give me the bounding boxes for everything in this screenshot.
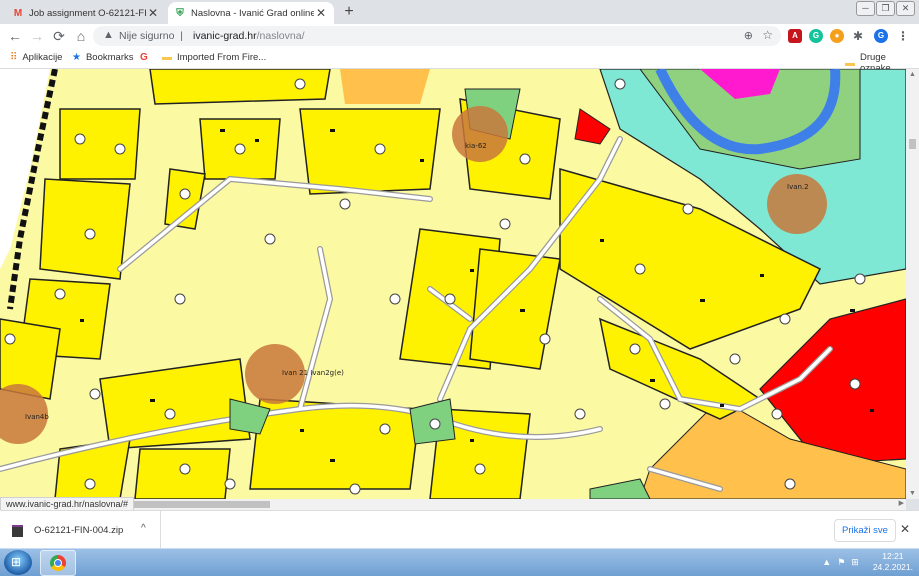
grammarly-icon[interactable]: G: [809, 29, 823, 43]
circle-label: Ivan.2: [787, 183, 809, 191]
home-button[interactable]: ⌂: [72, 27, 90, 45]
system-tray: ▲ ⚑ ⊞ 12:21 24.2.2021.: [822, 551, 913, 573]
zip-file-icon: [12, 525, 23, 537]
circle-label: Ivan 21 Ivan2g(e): [282, 369, 344, 377]
map-zone-orange-top: [340, 69, 430, 104]
tab-strip: M Job assignment O-62121-FIN-004 ✕ ⛨ Nas…: [0, 0, 919, 24]
close-window-button[interactable]: ✕: [896, 1, 915, 16]
close-shelf-icon[interactable]: ✕: [900, 522, 910, 536]
new-tab-button[interactable]: +: [340, 3, 358, 21]
window-controls: ─ ❐ ✕: [855, 1, 915, 16]
bookmark-apps[interactable]: ⠿ Aplikacije: [10, 52, 62, 63]
scroll-right-icon[interactable]: ▶: [899, 499, 904, 507]
network-icon[interactable]: ⊞: [851, 557, 859, 568]
colorpick-icon[interactable]: ●: [830, 29, 844, 43]
acrobat-icon[interactable]: A: [788, 29, 802, 43]
scroll-thumb[interactable]: [120, 501, 270, 508]
tray-arrow-icon[interactable]: ▲: [822, 557, 831, 567]
close-tab-icon[interactable]: ✕: [146, 6, 160, 20]
circle-label: Ivan4b: [25, 413, 49, 421]
star-icon: ★: [72, 52, 81, 63]
gmail-icon: M: [13, 7, 23, 19]
menu-icon[interactable]: ⋮: [896, 29, 910, 43]
chrome-icon: [50, 555, 66, 571]
reload-button[interactable]: ⟳: [50, 27, 68, 45]
maximize-button[interactable]: ❐: [876, 1, 895, 16]
forward-button[interactable]: →: [28, 27, 46, 45]
start-button[interactable]: ⊞: [4, 550, 32, 575]
tab-title: Job assignment O-62121-FIN-004: [29, 7, 146, 19]
address-bar[interactable]: ▲ Nije sigurno | ivanic-grad.hr/naslovna…: [93, 26, 781, 46]
tab-title: Naslovna - Ivanić Grad online: [191, 7, 314, 19]
bookmark-star-icon[interactable]: ☆: [762, 28, 773, 42]
chevron-up-icon[interactable]: ^: [141, 523, 146, 534]
zoom-icon[interactable]: ⊕: [744, 29, 753, 42]
horizontal-scrollbar[interactable]: ▶: [0, 499, 906, 510]
flag-icon[interactable]: ⚑: [837, 557, 845, 568]
zoning-map[interactable]: kia-62 Ivan.2 Ivan 21 Ivan2g(e) Ivan4b: [0, 69, 906, 499]
tab-job-assignment[interactable]: M Job assignment O-62121-FIN-004 ✕: [6, 2, 166, 24]
windows-logo-icon: ⊞: [11, 555, 22, 569]
bookmark-label: Bookmarks: [85, 52, 134, 63]
folder-icon: ▬: [162, 52, 172, 63]
vertical-scrollbar[interactable]: ▲ ▼: [906, 69, 919, 499]
taskbar: ⊞ ▲ ⚑ ⊞ 12:21 24.2.2021.: [0, 548, 919, 576]
scroll-thumb[interactable]: [909, 139, 916, 149]
folder-icon: ▬: [845, 57, 855, 69]
google-icon: G: [140, 52, 148, 63]
profile-avatar[interactable]: G: [874, 29, 888, 43]
browser-toolbar: ← → ⟳ ⌂ ▲ Nije sigurno | ivanic-grad.hr/…: [0, 24, 919, 48]
extensions-icon[interactable]: ✱: [851, 29, 865, 43]
circle-label: kia-62: [465, 142, 487, 150]
clock-date: 24.2.2021.: [872, 562, 913, 572]
download-filename: O-62121-FIN-004.zip: [34, 525, 124, 536]
warning-icon[interactable]: ▲: [103, 29, 114, 41]
minimize-button[interactable]: ─: [856, 1, 875, 16]
bookmarks-bar: ⠿ Aplikacije ★ Bookmarks G ▬ Imported Fr…: [0, 48, 919, 74]
download-shelf: O-62121-FIN-004.zip ^ Prikaži sve ✕: [0, 510, 919, 549]
bookmark-google[interactable]: G: [140, 52, 153, 63]
security-status[interactable]: Nije sigurno |: [119, 30, 183, 42]
scroll-down-icon[interactable]: ▼: [909, 490, 916, 497]
clock[interactable]: 12:21 24.2.2021.: [873, 551, 913, 573]
site-icon: ⛨: [176, 7, 184, 19]
close-tab-icon[interactable]: ✕: [314, 6, 328, 20]
tab-naslovna[interactable]: ⛨ Naslovna - Ivanić Grad online ✕: [168, 2, 334, 24]
scroll-up-icon[interactable]: ▲: [909, 71, 916, 78]
apps-grid-icon: ⠿: [10, 52, 18, 63]
back-button[interactable]: ←: [6, 27, 24, 45]
bookmark-label: Imported From Fire...: [177, 52, 267, 63]
download-item[interactable]: O-62121-FIN-004.zip ^: [0, 511, 161, 549]
bookmark-label: Aplikacije: [22, 52, 63, 63]
url-text[interactable]: ivanic-grad.hr/naslovna/: [193, 30, 305, 42]
clock-time: 12:21: [882, 551, 904, 561]
show-all-button[interactable]: Prikaži sve: [834, 519, 896, 542]
bookmark-bookmarks[interactable]: ★ Bookmarks: [72, 52, 133, 63]
taskbar-chrome[interactable]: [40, 550, 76, 576]
bookmark-imported[interactable]: ▬ Imported From Fire...: [162, 52, 266, 63]
